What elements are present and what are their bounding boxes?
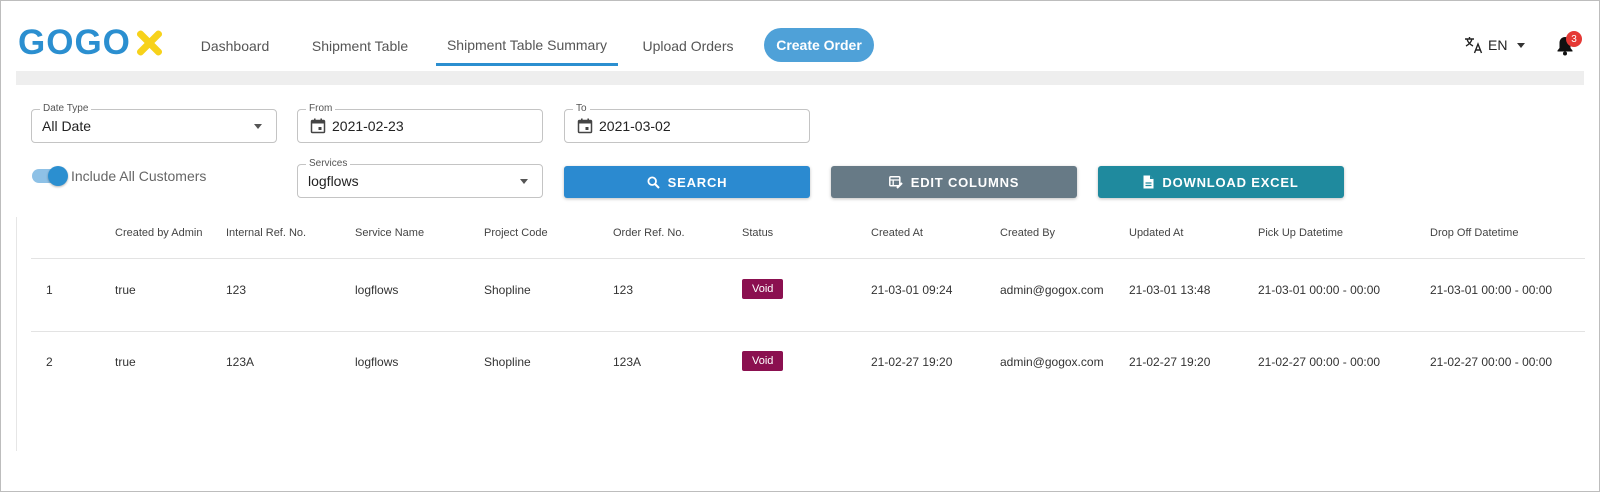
cell: 21-02-27 19:20 (871, 355, 953, 369)
download-excel-button-label: DOWNLOAD EXCEL (1162, 174, 1299, 190)
nav-shipment-table[interactable]: Shipment Table (304, 26, 416, 66)
include-all-customers-label: Include All Customers (71, 168, 207, 184)
services-select[interactable]: Services logflows (297, 158, 543, 198)
date-type-select[interactable]: Date Type All Date (31, 103, 277, 143)
nav-dashboard[interactable]: Dashboard (186, 26, 284, 66)
cell: Shopline (484, 283, 531, 297)
cell: 123A (613, 355, 642, 369)
row-divider (31, 331, 1585, 332)
column-header[interactable]: Project Code (484, 227, 548, 239)
language-selector[interactable]: EN (1464, 34, 1526, 56)
column-header[interactable]: Drop Off Datetime (1430, 227, 1518, 239)
chevron-down-icon (520, 179, 528, 184)
cell: admin@gogox.com (1000, 355, 1104, 369)
header-divider (31, 258, 1585, 259)
translate-icon (1465, 37, 1483, 54)
cell: 21-03-01 00:00 - 00:00 (1430, 283, 1553, 297)
search-button[interactable]: SEARCH (564, 166, 810, 198)
cell: 21-02-27 19:20 (1129, 355, 1211, 369)
gogox-logo[interactable]: GOGO (18, 23, 163, 62)
cell: 21-02-27 00:00 - 00:00 (1430, 355, 1553, 369)
to-label: To (573, 103, 590, 115)
column-header[interactable]: Service Name (355, 227, 424, 239)
download-excel-button[interactable]: DOWNLOAD EXCEL (1098, 166, 1344, 198)
create-order-button[interactable]: Create Order (764, 28, 874, 62)
cell: 123A (226, 355, 255, 369)
status-badge: Void (742, 351, 784, 371)
column-header[interactable]: Pick Up Datetime (1258, 227, 1343, 239)
cell: logflows (355, 355, 399, 369)
include-all-customers-toggle[interactable] (32, 166, 68, 186)
column-header[interactable]: Created by Admin (115, 227, 202, 239)
cell: logflows (355, 283, 399, 297)
column-header[interactable]: Updated At (1129, 227, 1183, 239)
cell: 123 (613, 283, 634, 297)
toggle-knob (48, 166, 68, 186)
logo-text: GOGO (18, 23, 131, 62)
cell: true (115, 283, 136, 297)
column-header[interactable]: Created By (1000, 227, 1055, 239)
calendar-icon (577, 118, 593, 134)
column-header[interactable]: Internal Ref. No. (226, 227, 306, 239)
services-value: logflows (308, 173, 359, 189)
edit-columns-button-label: EDIT COLUMNS (910, 174, 1020, 190)
notification-badge: 3 (1566, 31, 1582, 47)
language-label: EN (1488, 37, 1508, 53)
column-header[interactable]: Status (742, 227, 773, 239)
column-header[interactable]: Order Ref. No. (613, 227, 685, 239)
edit-columns-button[interactable]: EDIT COLUMNS (831, 166, 1077, 198)
chevron-down-icon (1517, 42, 1526, 48)
search-icon (647, 175, 660, 189)
file-icon (1143, 175, 1154, 189)
cell: 21-02-27 00:00 - 00:00 (1258, 355, 1381, 369)
nav-upload-orders[interactable]: Upload Orders (636, 26, 740, 66)
cell: admin@gogox.com (1000, 283, 1104, 297)
date-type-value: All Date (42, 118, 92, 134)
top-header: GOGO Dashboard Shipment Table Shipment T… (0, 0, 1600, 70)
edit-columns-icon (888, 175, 903, 189)
chevron-down-icon (254, 124, 262, 129)
logo-x-icon (135, 29, 163, 57)
column-header[interactable]: Created At (871, 227, 923, 239)
row-number: 1 (46, 283, 53, 297)
header-divider-bar (16, 71, 1584, 85)
to-date-field[interactable]: To 2021-03-02 (564, 103, 810, 143)
nav-shipment-table-summary[interactable]: Shipment Table Summary (436, 26, 618, 66)
cell: true (115, 355, 136, 369)
to-date-value: 2021-03-02 (599, 118, 671, 134)
cell: 123 (226, 283, 247, 297)
search-button-label: SEARCH (667, 174, 728, 190)
from-date-field[interactable]: From 2021-02-23 (297, 103, 543, 143)
cell: 21-03-01 09:24 (871, 283, 953, 297)
shipment-summary-table: Created by Admin Internal Ref. No. Servi… (16, 217, 1585, 451)
cell: 21-03-01 13:48 (1129, 283, 1211, 297)
calendar-icon (310, 118, 326, 134)
row-number: 2 (46, 355, 53, 369)
from-label: From (306, 103, 336, 115)
status-badge: Void (742, 279, 784, 299)
cell: Shopline (484, 355, 531, 369)
from-date-value: 2021-02-23 (332, 118, 404, 134)
cell: 21-03-01 00:00 - 00:00 (1258, 283, 1381, 297)
